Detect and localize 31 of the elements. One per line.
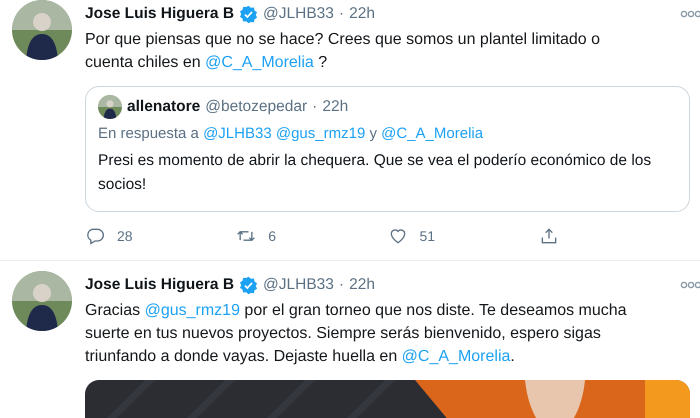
reply-count: 28: [117, 228, 133, 244]
tweet-time[interactable]: 22h: [349, 276, 375, 294]
reply-context: En respuesta a @JLHB33 @gus_rmz19 y @C_A_Morelia: [98, 124, 484, 144]
like-count: 51: [420, 228, 436, 244]
tweet-text: Por que piensas que no se hace? Crees que somos un plantel limitado o cuenta chiles en @C_A_Morelia ?: [85, 30, 601, 73]
author-handle[interactable]: @JLHB33: [263, 5, 334, 23]
tweet-text: Gracias @gus_rmz19 por el gran torneo que nos diste. Te deseamos mucha suerte en tus nuevos proyectos. Siempre serás bienvenido, espero sigas triunfando a donde vayas. Dejaste huella en @C_A_Morelia.: [85, 301, 628, 367]
more-icon[interactable]: [680, 9, 700, 19]
avatar[interactable]: [98, 95, 122, 119]
quoted-tweet-card[interactable]: allenatore @betozepedar · 22h En respuesta a @JLHB33 @gus_rmz19 y @C_A_Morelia Presi es momento de abrir la chequera. Que se vea el poderío económico de los socios!: [85, 86, 690, 212]
author-handle[interactable]: @JLHB33: [263, 276, 334, 294]
more-icon[interactable]: [680, 280, 700, 290]
reply-icon[interactable]: [85, 226, 105, 246]
mention-link[interactable]: @C_A_Morelia: [205, 54, 314, 71]
author-name[interactable]: allenatore: [127, 98, 200, 116]
mention-link[interactable]: @gus_rmz19: [276, 125, 366, 142]
quoted-tweet-text: Presi es momento de abrir la chequera. Que se vea el poderío económico de los socios!: [98, 151, 652, 195]
tweet-time[interactable]: 22h: [322, 98, 348, 116]
mention-link[interactable]: @C_A_Morelia: [381, 125, 484, 142]
mention-link[interactable]: @JLHB33: [203, 125, 272, 142]
separator-dot: ·: [338, 276, 344, 294]
mention-link[interactable]: @C_A_Morelia: [402, 348, 510, 365]
separator-dot: ·: [338, 5, 344, 23]
author-name[interactable]: Jose Luis Higuera B: [85, 5, 234, 23]
separator-dot: ·: [312, 98, 318, 116]
mention-link[interactable]: @gus_rmz19: [144, 302, 240, 319]
retweet-count: 6: [268, 228, 276, 244]
author-handle[interactable]: @betozepedar: [205, 98, 308, 116]
tweet-time[interactable]: 22h: [349, 5, 375, 23]
author-name[interactable]: Jose Luis Higuera B: [85, 276, 234, 294]
share-icon[interactable]: [538, 226, 559, 246]
